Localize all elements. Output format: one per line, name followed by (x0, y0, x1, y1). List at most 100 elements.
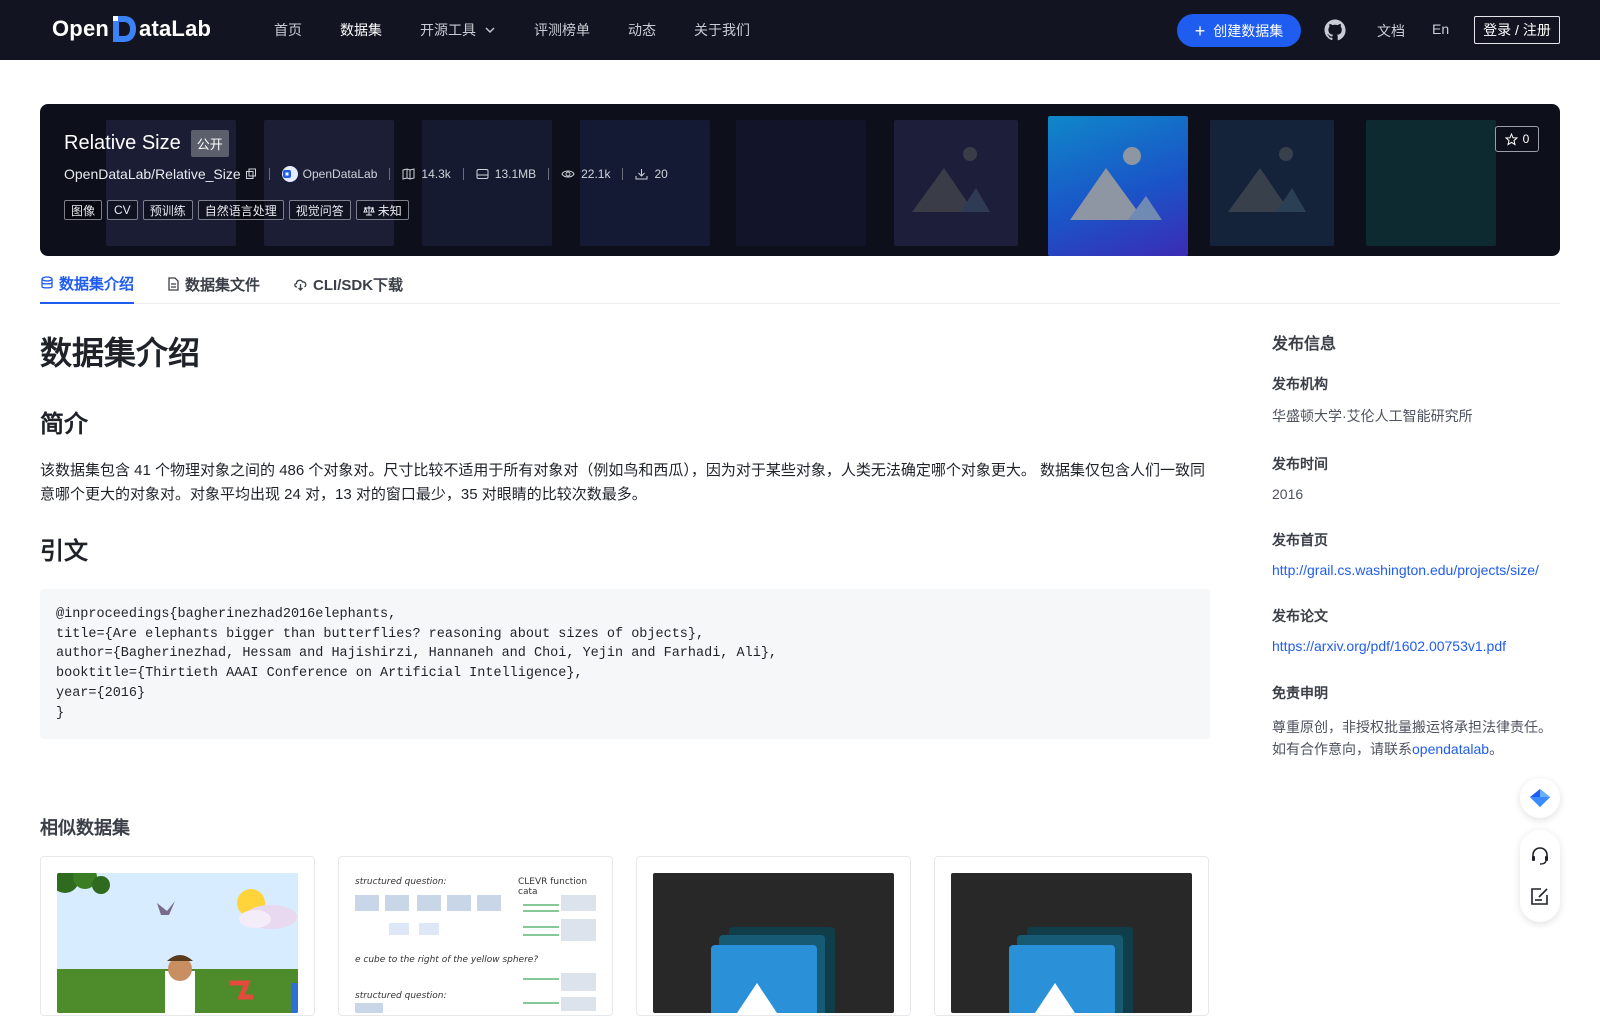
homepage-link[interactable]: http://grail.cs.washington.edu/projects/… (1272, 562, 1562, 578)
similar-dataset-card[interactable] (40, 856, 315, 1016)
main-nav: 首页 数据集 开源工具 评测榜单 动态 关于我们 (274, 0, 788, 60)
disclaimer-label: 免责申明 (1272, 685, 1328, 701)
tab-files-label: 数据集文件 (185, 276, 261, 294)
org-name: OpenDataLab (302, 167, 378, 181)
login-register-button[interactable]: 登录 / 注册 (1474, 16, 1560, 44)
logo-text-open: Open (52, 16, 110, 41)
eye-icon (561, 170, 575, 178)
tag-item[interactable]: 图像 (64, 200, 103, 220)
nav-docs[interactable]: 文档 (1377, 21, 1405, 41)
file-count: 14.3k (402, 167, 451, 181)
cartoon-scene-image (57, 873, 298, 1013)
floating-tools (1520, 778, 1560, 922)
page-title: 数据集介绍 (40, 335, 201, 371)
nav-home[interactable]: 首页 (274, 20, 302, 40)
program-flow-diagram (355, 973, 596, 1013)
homepage-label: 发布首页 (1272, 532, 1328, 548)
customer-service-button[interactable] (1530, 846, 1550, 871)
cover-text: e cube to the right of the yellow sphere… (355, 955, 539, 965)
storage-icon (476, 169, 489, 179)
dataset-banner: Relative Size 公开 OpenDataLab/Relative_Si… (40, 104, 1560, 256)
image-placeholder-icon (912, 147, 990, 212)
publish-info-sidebar: 发布信息 发布机构 华盛顿大学·艾伦人工智能研究所 发布时间 2016 发布首页… (1272, 330, 1562, 760)
copy-icon[interactable] (245, 168, 257, 180)
paper-link[interactable]: https://arxiv.org/pdf/1602.00753v1.pdf (1272, 638, 1562, 654)
tag-item[interactable]: CV (107, 200, 138, 220)
visibility-badge: 公开 (190, 130, 229, 157)
publish-time-value: 2016 (1272, 486, 1304, 502)
dataset-cover-image: structured question: CLEVR function cata… (355, 873, 596, 1013)
dataset-title: Relative Size (64, 132, 181, 154)
divider (389, 168, 391, 180)
disclaimer-line-2: 如有合作意向，请联系opendatalab。 (1272, 738, 1562, 760)
similar-dataset-card[interactable]: structured question: CLEVR function cata… (338, 856, 613, 1016)
citation-code-block: @inproceedings{bagherinezhad2016elephant… (40, 589, 1210, 740)
cover-text: structured question: (355, 877, 447, 887)
disclaimer-suffix: 。 (1489, 741, 1504, 757)
logo-d-icon (110, 14, 138, 44)
dataset-title-row: Relative Size 公开 (64, 130, 229, 157)
banner-thumbnail (580, 120, 710, 246)
star-count: 0 (1522, 132, 1530, 146)
logo-text-datalab: ataLab (139, 16, 212, 41)
feedback-button[interactable] (1530, 886, 1550, 911)
file-icon (168, 277, 179, 291)
banner-thumbnail (894, 120, 1018, 246)
banner-thumbnail (1366, 120, 1496, 246)
files-icon (402, 168, 415, 180)
dataset-meta-row: OpenDataLab/Relative_Size OpenDataLab 14… (64, 166, 668, 182)
tag-item[interactable]: 视觉问答 (288, 200, 351, 220)
contact-link[interactable]: opendatalab (1412, 741, 1489, 757)
license-tag: 未知 (355, 200, 409, 220)
dataset-tabs: 数据集介绍 数据集文件 CLI/SDK下载 (40, 264, 1560, 304)
github-icon[interactable] (1323, 18, 1347, 42)
database-icon (41, 276, 53, 289)
citation-heading: 引文 (40, 538, 88, 565)
disclaimer-prefix: 如有合作意向，请联系 (1272, 741, 1412, 757)
download-count: 20 (635, 167, 668, 181)
download-count-value: 20 (654, 167, 668, 181)
banner-thumbnail (264, 120, 394, 246)
org-avatar-icon (281, 166, 298, 182)
nav-open-tools[interactable]: 开源工具 (420, 20, 496, 40)
repo-name: OpenDataLab/Relative_Size (64, 166, 257, 182)
view-count-value: 22.1k (581, 167, 611, 181)
star-icon (1504, 132, 1518, 146)
star-button[interactable]: 0 (1495, 126, 1539, 152)
create-dataset-button[interactable]: + 创建数据集 (1177, 14, 1301, 47)
file-count-value: 14.3k (421, 167, 451, 181)
similar-dataset-card[interactable] (934, 856, 1209, 1016)
nav-open-tools-label: 开源工具 (420, 22, 476, 38)
language-switch[interactable]: En (1432, 21, 1449, 37)
dataset-intro-content: 数据集介绍 简介 该数据集包含 41 个物理对象之间的 486 个对象对。尺寸比… (40, 328, 1210, 740)
banner-thumbnail (736, 120, 866, 246)
disclaimer-line-1: 尊重原创，非授权批量搬运将承担法律责任。 (1272, 719, 1552, 735)
publish-time-label: 发布时间 (1272, 456, 1328, 472)
org-link[interactable]: OpenDataLab (281, 166, 378, 182)
nav-about[interactable]: 关于我们 (694, 20, 750, 40)
divider (462, 168, 464, 180)
feishu-button[interactable] (1520, 778, 1560, 818)
nav-news[interactable]: 动态 (628, 20, 656, 40)
tab-intro[interactable]: 数据集介绍 (40, 264, 135, 304)
license-value: 未知 (377, 203, 402, 218)
image-placeholder-icon (1009, 927, 1133, 1013)
similar-dataset-card[interactable] (636, 856, 911, 1016)
cloud-download-icon (294, 279, 307, 291)
view-count: 22.1k (561, 167, 610, 181)
nav-leaderboard[interactable]: 评测榜单 (534, 20, 590, 40)
nav-datasets[interactable]: 数据集 (340, 20, 382, 40)
publish-info-title: 发布信息 (1272, 336, 1337, 353)
similar-datasets-title: 相似数据集 (40, 818, 130, 838)
tab-files[interactable]: 数据集文件 (167, 264, 260, 304)
banner-thumbnail (1210, 120, 1334, 246)
top-navbar: Open ataLab 首页 数据集 开源工具 评测榜单 动态 关于我们 + 创… (0, 0, 1600, 60)
tab-cli-sdk[interactable]: CLI/SDK下载 (293, 264, 403, 304)
scale-icon (363, 205, 375, 215)
feishu-icon (1530, 789, 1550, 807)
tab-intro-label: 数据集介绍 (59, 275, 135, 293)
opendatalab-logo[interactable]: Open ataLab (52, 14, 211, 44)
tag-item[interactable]: 自然语言处理 (197, 200, 284, 220)
dataset-cover-image (57, 873, 298, 1013)
tag-item[interactable]: 预训练 (142, 200, 193, 220)
